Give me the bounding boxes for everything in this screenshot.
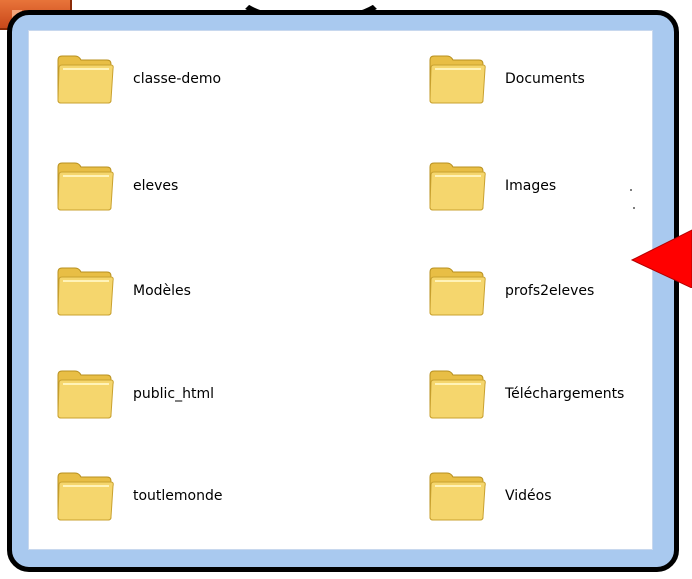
folder-label: public_html <box>133 386 215 402</box>
folder-item-classe-demo[interactable]: classe-demo <box>55 43 315 115</box>
folder-label: Téléchargements <box>505 386 625 402</box>
folder-icon <box>57 162 114 211</box>
folder-icon <box>429 370 486 419</box>
folder-item-telechargements[interactable]: Téléchargements <box>427 358 687 430</box>
folder-label: profs2eleves <box>505 283 595 299</box>
pixel-speck <box>633 207 635 209</box>
folder-label: toutlemonde <box>133 488 223 504</box>
folder-item-eleves[interactable]: eleves <box>55 150 315 222</box>
folder-label: Images <box>505 178 557 194</box>
folder-item-modeles[interactable]: Modèles <box>55 255 315 327</box>
folder-icon <box>57 472 114 521</box>
folder-label: Documents <box>505 71 585 87</box>
folder-icon <box>57 370 114 419</box>
folder-item-documents[interactable]: Documents <box>427 43 687 115</box>
folder-label: classe-demo <box>133 71 222 87</box>
folder-icon <box>429 472 486 521</box>
folder-icon <box>429 267 486 316</box>
folder-label: Modèles <box>133 283 191 299</box>
folder-label: eleves <box>133 178 179 194</box>
folder-icon <box>57 267 114 316</box>
folder-item-videos[interactable]: Vidéos <box>427 460 687 532</box>
folder-item-toutlemonde[interactable]: toutlemonde <box>55 460 315 532</box>
folder-label: Vidéos <box>505 488 552 504</box>
folder-icon <box>57 55 114 104</box>
pixel-speck <box>630 189 632 191</box>
folder-view-pane: classe-demo eleves Modèles public_html t… <box>28 30 653 550</box>
folder-icon <box>429 55 486 104</box>
folder-icon <box>429 162 486 211</box>
folder-item-images[interactable]: Images <box>427 150 687 222</box>
folder-item-public-html[interactable]: public_html <box>55 358 315 430</box>
pointer-arrow-icon <box>630 229 692 288</box>
